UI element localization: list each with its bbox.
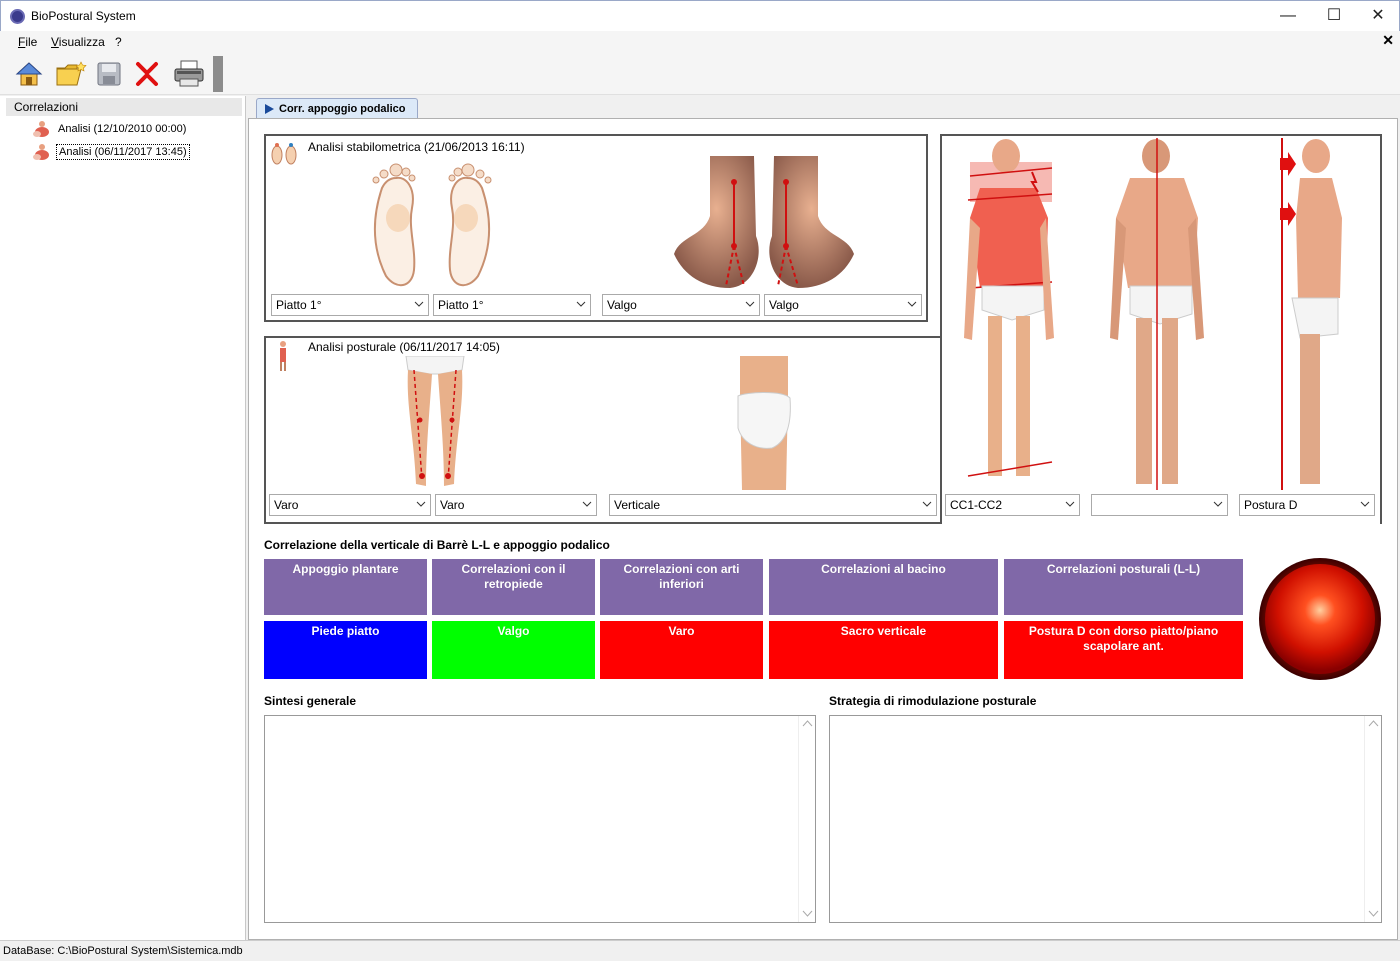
tab-corr-appoggio-podalico[interactable]: Corr. appoggio podalico [256,98,418,118]
body-analysis-icon [32,143,52,161]
chevron-down-icon [907,301,917,307]
side-body-figure [1270,138,1360,497]
front-body-figure [960,138,1060,497]
body-analysis-icon [32,120,52,138]
post-combo-3[interactable]: Verticale [609,494,937,516]
chevron-down-icon [1065,501,1075,507]
strategy-textarea[interactable] [829,715,1382,923]
tree-item-analysis-2[interactable]: Analisi (06/11/2017 13:45) [32,142,190,162]
post-combo-1[interactable]: Varo [269,494,431,516]
window-title: BioPostural System [31,9,136,23]
status-bar: DataBase: C:\BioPostural System\Sistemic… [0,940,1400,961]
tab-label: Corr. appoggio podalico [279,102,406,115]
scroll-down-icon[interactable] [799,905,816,922]
corr-header-4: Correlazioni al bacino [769,559,998,615]
chevron-down-icon [414,301,424,307]
corr-header-3: Correlazioni con arti inferiori [600,559,763,615]
chevron-down-icon [1360,501,1370,507]
app-icon [10,9,25,24]
scroll-up-icon[interactable] [1365,716,1382,733]
post-combo-6[interactable]: Postura D [1239,494,1375,516]
foot-soles-image [362,158,502,293]
stabilometric-title: Analisi stabilometrica (21/06/2013 16:11… [308,140,525,154]
feet-icon [268,140,302,169]
corr-value-1: Piede piatto [264,621,427,679]
correlation-title: Correlazione della verticale di Barrè L-… [264,538,610,552]
save-button[interactable] [92,57,126,91]
delete-x-icon [136,62,158,86]
corr-header-1: Appoggio plantare [264,559,427,615]
save-icon [97,62,121,86]
tree-item-analysis-1[interactable]: Analisi (12/10/2010 00:00) [32,119,188,139]
scroll-up-icon[interactable] [799,716,816,733]
menu-bar: File Visualizza ? [0,31,1400,53]
tab-strip [248,96,1400,118]
database-path: DataBase: C:\BioPostural System\Sistemic… [3,945,243,957]
toolbar [0,53,1400,95]
post-combo-2[interactable]: Varo [435,494,597,516]
strategy-scrollbar[interactable] [1364,716,1381,922]
delete-button[interactable] [130,57,164,91]
home-button[interactable] [12,57,46,91]
corr-header-5: Correlazioni posturali (L-L) [1004,559,1243,615]
chevron-down-icon [745,301,755,307]
legs-front-view-image [400,355,470,493]
menu-view[interactable]: Visualizza [51,35,105,49]
stabilometric-analysis-group: Analisi stabilometrica (21/06/2013 16:11… [264,134,928,322]
summary-textarea[interactable] [264,715,816,923]
chevron-down-icon [582,501,592,507]
corr-value-5: Postura D con dorso piatto/piano scapola… [1004,621,1243,679]
minimize-button[interactable]: — [1265,1,1311,31]
corr-value-2: Valgo [432,621,595,679]
stab-combo-1[interactable]: Piatto 1° [271,294,429,316]
printer-icon [174,60,204,87]
toolbar-overflow-grip[interactable] [213,56,223,92]
correlations-panel: Correlazioni Analisi (12/10/2010 00:00) … [0,96,246,940]
tree-item-label: Analisi (06/11/2017 13:45) [56,144,190,160]
tree-item-label: Analisi (12/10/2010 00:00) [58,123,187,135]
chevron-down-icon [922,501,932,507]
body-icon [268,340,298,375]
corr-header-2: Correlazioni con il retropiede [432,559,595,615]
post-combo-5[interactable] [1091,494,1228,516]
chevron-down-icon [576,301,586,307]
chevron-down-icon [416,501,426,507]
postural-title: Analisi posturale (06/11/2017 14:05) [308,340,500,354]
post-combo-4[interactable]: CC1-CC2 [945,494,1080,516]
close-window-button[interactable]: ✕ [1355,1,1400,31]
print-button[interactable] [172,57,206,91]
title-bar: BioPostural System — ☐ ✕ [0,0,1400,31]
panel-header: Correlazioni [6,98,242,116]
menu-help[interactable]: ? [115,35,122,49]
back-body-figure [1108,138,1208,497]
home-icon [15,62,43,86]
heels-rear-view-image [674,156,854,293]
corr-value-4: Sacro verticale [769,621,998,679]
strategy-title: Strategia di rimodulazione posturale [829,694,1037,708]
maximize-button[interactable]: ☐ [1311,1,1357,31]
tab-arrow-icon [265,103,274,114]
open-button[interactable] [54,57,88,91]
status-light-indicator [1258,557,1382,684]
summary-title: Sintesi generale [264,694,357,708]
pelvis-side-view-image [736,356,792,493]
chevron-down-icon [1213,501,1223,507]
stab-combo-3[interactable]: Valgo [602,294,760,316]
summary-scrollbar[interactable] [798,716,815,922]
menu-file[interactable]: File [18,35,37,49]
corr-value-3: Varo [600,621,763,679]
mdi-close-icon[interactable]: ✕ [1382,32,1394,49]
stab-combo-4[interactable]: Valgo [764,294,922,316]
stab-combo-2[interactable]: Piatto 1° [433,294,591,316]
scroll-down-icon[interactable] [1365,905,1382,922]
folder-icon [56,61,87,86]
